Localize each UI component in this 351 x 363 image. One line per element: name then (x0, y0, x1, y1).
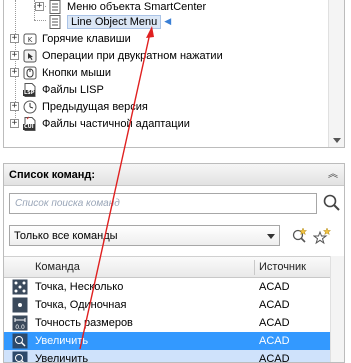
tree-item-label: Операции при двукратном нажатии (42, 49, 223, 62)
tree-item-line-object-menu[interactable]: Line Object Menu ◀ (47, 13, 171, 30)
column-header-source[interactable]: Источник (259, 257, 306, 278)
command-list-header: Список команд: ︽ (4, 164, 344, 186)
command-name: Точка, Несколько (35, 281, 124, 293)
expand-toggle[interactable]: + (10, 51, 19, 60)
tree-item-double-click[interactable]: + Операции при двукратном нажатии (10, 47, 223, 64)
zoom-in-icon (12, 333, 28, 349)
zoom-in-icon (12, 351, 28, 362)
menu-icon (47, 14, 63, 30)
command-source: ACAD (259, 317, 290, 329)
command-search-input[interactable] (9, 193, 317, 214)
table-row-selected[interactable]: Увеличить ACAD (4, 332, 344, 350)
tree-item-label: Горячие клавиши (42, 32, 131, 45)
table-scrollbar[interactable] (330, 256, 344, 362)
double-click-icon (22, 48, 38, 64)
chevron-down-icon (267, 234, 275, 239)
expand-toggle[interactable]: + (10, 34, 19, 43)
table-row[interactable]: Увеличить ACAD (4, 350, 344, 363)
command-table: Команда Источник Точка, Несколько ACAD Т… (4, 256, 344, 363)
customization-tree: + Меню объекта SmartCenter Line Object M… (3, 0, 345, 148)
expand-toggle[interactable]: + (35, 2, 44, 11)
dimension-precision-icon: 0.0 (12, 315, 28, 331)
table-row[interactable]: Точка, Одиночная ACAD (4, 296, 344, 314)
expand-toggle[interactable]: + (10, 102, 19, 111)
tree-connector (34, 20, 46, 21)
legacy-icon (22, 99, 38, 115)
tree-item-hotkeys[interactable]: + K Горячие клавиши (10, 30, 131, 47)
command-source: ACAD (259, 299, 290, 311)
command-name: Увеличить (35, 335, 89, 347)
tree-item-lisp-files[interactable]: LSP Файлы LISP (22, 81, 104, 98)
triangle-left-icon: ◀ (164, 16, 172, 26)
command-list-title: Список команд: (9, 168, 96, 181)
command-source: ACAD (259, 353, 290, 363)
tree-item-partial-cui[interactable]: + CUI Файлы частичной адаптации (10, 115, 190, 132)
expand-toggle[interactable]: + (10, 68, 19, 77)
command-table-header: Команда Источник (4, 256, 344, 278)
tree-item-legacy[interactable]: + Предыдущая версия (10, 98, 148, 115)
mouse-buttons-icon (22, 65, 38, 81)
svg-text:K: K (28, 36, 33, 44)
collapse-icon[interactable]: ︽ (326, 168, 340, 182)
command-filter-select[interactable]: Только все команды (9, 225, 280, 246)
cui-badge: CUI (23, 123, 35, 130)
hotkeys-icon: K (22, 31, 38, 47)
column-divider[interactable] (254, 260, 255, 275)
command-list-panel: Список команд: ︽ Только все команды Кома… (3, 163, 345, 363)
tree-item-label: Line Object Menu (67, 14, 162, 29)
lisp-file-icon: LSP (22, 82, 38, 98)
command-name: Точка, Одиночная (35, 299, 127, 311)
filter-row: Только все команды (4, 225, 344, 247)
new-command-icon[interactable] (312, 226, 333, 246)
tree-item-label: Файлы LISP (42, 83, 104, 96)
lisp-badge: LSP (23, 89, 36, 96)
svg-text:0.0: 0.0 (15, 324, 25, 331)
tree-item-label: Файлы частичной адаптации (42, 117, 190, 130)
table-row[interactable]: 0.0 Точность размеров ACAD (4, 314, 344, 332)
scroll-down-icon[interactable] (333, 138, 341, 143)
expand-toggle[interactable]: + (10, 119, 19, 128)
tree-item-mouse-buttons[interactable]: + Кнопки мыши (10, 64, 111, 81)
single-point-icon (12, 297, 28, 313)
command-name: Точность размеров (35, 317, 133, 329)
column-header-command[interactable]: Команда (35, 257, 80, 278)
tree-scrollbar[interactable] (328, 0, 344, 147)
multiple-points-icon (12, 279, 28, 295)
search-row (4, 193, 344, 215)
partial-cui-icon: CUI (22, 116, 38, 132)
tree-item-label: Предыдущая версия (42, 100, 148, 113)
command-source: ACAD (259, 335, 290, 347)
tree-item-label: Кнопки мыши (42, 66, 112, 79)
find-command-icon[interactable] (290, 226, 310, 246)
command-source: ACAD (259, 281, 290, 293)
filter-value: Только все команды (14, 229, 118, 242)
search-icon[interactable] (322, 193, 342, 214)
tree-item-label: Меню объекта SmartCenter (67, 0, 207, 13)
command-name: Увеличить (35, 353, 89, 363)
table-row[interactable]: Точка, Несколько ACAD (4, 278, 344, 296)
